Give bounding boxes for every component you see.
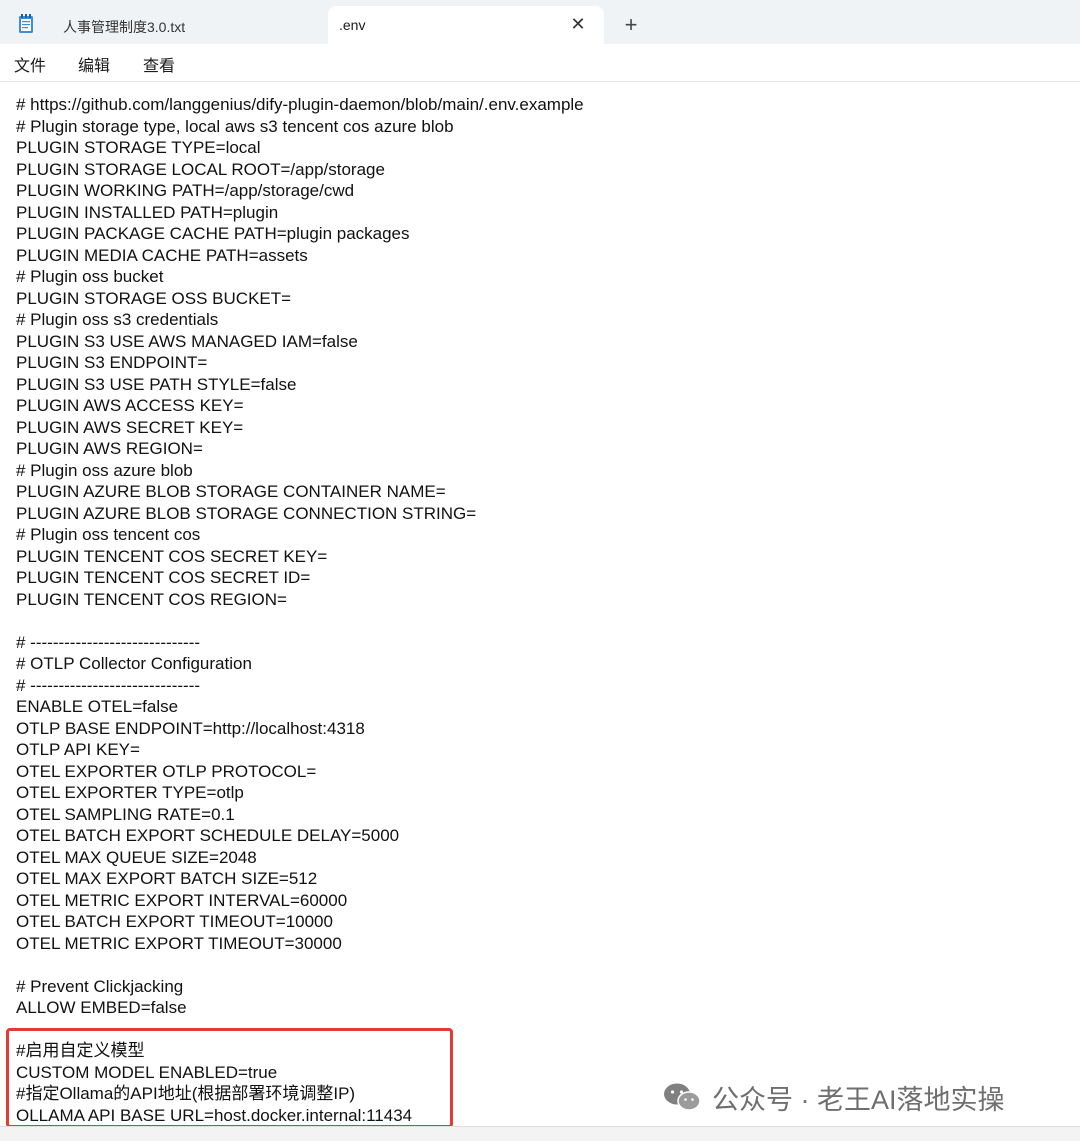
editor-line: # Prevent Clickjacking [16,976,184,996]
editor-line: PLUGIN TENCENT COS SECRET KEY= [16,546,328,566]
tab-title: .env [339,17,366,33]
editor-line: ALLOW EMBED=false [16,998,187,1017]
editor-line: OTEL METRIC EXPORT TIMEOUT=30000 [16,933,342,953]
menu-view[interactable]: 查看 [143,52,175,76]
editor-line: # https://github.com/langgenius/dify-plu… [16,95,584,114]
editor-line: # Plugin oss tencent cos [16,525,201,544]
watermark-text: 公众号 · 老王AI落地实操 [712,1084,1005,1115]
editor-line: PLUGIN MEDIA CACHE PATH=assets [16,245,308,265]
editor-line: # Plugin oss azure blob [16,460,193,480]
tab-hr-policy[interactable]: 人事管理制度3.0.txt [0,6,322,44]
editor-line: PLUGIN S3 USE PATH STYLE=false [16,374,297,394]
editor-line: # ------------------------------ [16,632,201,652]
tab-env[interactable]: .env ✕ [328,6,604,44]
editor-line: PLUGIN AWS SECRET KEY= [16,417,244,437]
editor-line: PLUGIN AWS REGION= [16,439,203,458]
editor-line: OTLP API KEY= [16,740,140,759]
editor-line: OTEL BATCH EXPORT TIMEOUT=10000 [16,912,333,931]
editor-line: PLUGIN PACKAGE CACHE PATH=plugin package… [16,224,410,243]
editor-line: PLUGIN AZURE BLOB STORAGE CONTAINER NAME… [16,482,446,501]
wechat-icon [664,1083,701,1111]
editor-line: OTEL EXPORTER TYPE=otlp [16,783,244,802]
editor-line: PLUGIN STORAGE TYPE=local [16,138,261,157]
editor-line: # Plugin storage type, local aws s3 tenc… [16,116,454,136]
editor-line: PLUGIN STORAGE LOCAL ROOT=/app/storage [16,159,385,179]
editor-line: OTEL SAMPLING RATE=0.1 [16,804,235,824]
editor-line: PLUGIN S3 USE AWS MANAGED IAM=false [16,331,358,351]
tab-title: 人事管理制度3.0.txt [63,19,186,35]
text-editor[interactable]: # https://github.com/langgenius/dify-plu… [0,82,1080,1126]
editor-line: PLUGIN AZURE BLOB STORAGE CONNECTION STR… [16,503,477,523]
menu-edit[interactable]: 编辑 [78,52,110,76]
menu-bar: 文件 编辑 查看 [0,44,1080,82]
editor-line: OTLP BASE ENDPOINT=http://localhost:4318 [16,718,365,738]
editor-line: OTEL EXPORTER OTLP PROTOCOL= [16,761,317,781]
close-icon[interactable]: ✕ [568,14,588,34]
editor-line: # Plugin oss s3 credentials [16,310,219,329]
editor-line: OTEL MAX EXPORT BATCH SIZE=512 [16,869,318,888]
editor-line: PLUGIN WORKING PATH=/app/storage/cwd [16,181,355,200]
editor-line: PLUGIN STORAGE OSS BUCKET= [16,288,292,308]
editor-line: # ------------------------------ [16,675,201,695]
highlight-box [6,1028,453,1128]
editor-line: PLUGIN INSTALLED PATH=plugin [16,202,279,222]
editor-line: # OTLP Collector Configuration [16,654,252,673]
status-bar [0,1126,1080,1141]
editor-line: OTEL METRIC EXPORT INTERVAL=60000 [16,890,348,910]
notepad-icon [19,14,33,33]
editor-line: # Plugin oss bucket [16,267,164,286]
editor-line: PLUGIN AWS ACCESS KEY= [16,396,244,415]
editor-line: PLUGIN TENCENT COS SECRET ID= [16,568,311,587]
plus-icon[interactable]: + [619,13,643,37]
editor-line: OTEL MAX QUEUE SIZE=2048 [16,847,257,867]
editor-line: OTEL BATCH EXPORT SCHEDULE DELAY=5000 [16,826,400,845]
editor-line: PLUGIN S3 ENDPOINT= [16,353,208,372]
tab-bar: 人事管理制度3.0.txt .env ✕ + [0,0,1080,44]
editor-line: PLUGIN TENCENT COS REGION= [16,589,287,609]
editor-line: ENABLE OTEL=false [16,697,179,716]
watermark: 公众号 · 老王AI落地实操 [662,1079,1005,1115]
menu-file[interactable]: 文件 [14,52,46,76]
